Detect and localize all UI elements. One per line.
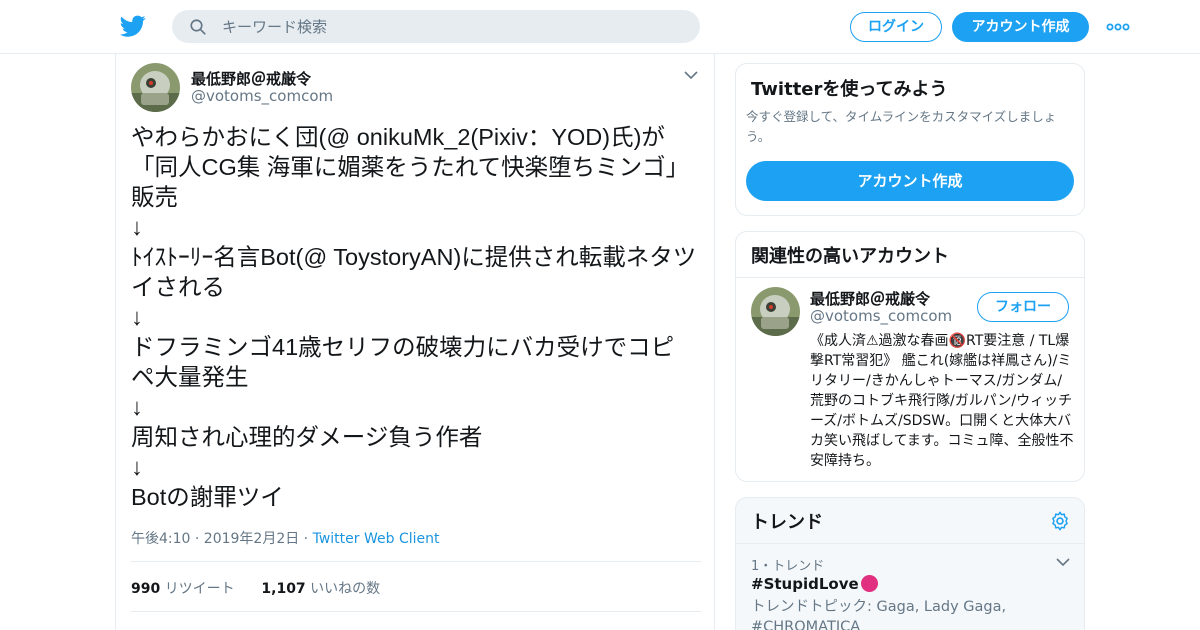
tweet-line: ドフラミンゴ41歳セリフの破壊力にバカ受けでコピ — [131, 334, 675, 360]
tweet-stats: 990 リツイート 1,107 いいねの数 — [131, 578, 380, 598]
tweet-timestamp[interactable]: 午後4:10 · 2019年2月2日 · — [131, 531, 313, 547]
tweet-line: Botの謝罪ツイ — [131, 484, 284, 510]
trends-card: トレンド 1・トレンド #StupidLove トレンドトピック: Gaga, … — [735, 497, 1085, 630]
try-twitter-title: Twitterを使ってみよう — [751, 79, 948, 100]
search-input[interactable] — [222, 10, 682, 43]
chevron-down-icon[interactable] — [684, 70, 698, 80]
tweet-line: ↓ — [131, 214, 143, 240]
tweet-line: イされる — [131, 274, 225, 300]
trends-title: トレンド — [751, 512, 823, 533]
follow-button[interactable]: フォロー — [977, 292, 1069, 322]
trend-rank: 1・トレンド — [751, 559, 825, 574]
search-icon — [190, 19, 206, 35]
more-options-icon[interactable] — [1104, 17, 1132, 37]
author-name[interactable]: 最低野郎＠戒厳令 — [191, 68, 311, 89]
tweet-line: ↓ — [131, 394, 143, 420]
author-handle[interactable]: @votoms_comcom — [191, 87, 333, 105]
create-account-button[interactable]: アカウント作成 — [746, 161, 1074, 201]
login-button[interactable]: ログイン — [850, 12, 942, 42]
tweet-meta: 午後4:10 · 2019年2月2日 · Twitter Web Client — [131, 528, 439, 548]
divider — [131, 611, 701, 612]
related-account-name[interactable]: 最低野郎＠戒厳令 — [810, 288, 930, 309]
tweet-text: やわらかおにく団(@ onikuMk_2(Pixiv：YOD)氏)が 「同人CG… — [131, 122, 701, 512]
retweet-count: 990 — [131, 581, 161, 597]
divider — [736, 277, 1084, 278]
tweet-line: ペ大量発生 — [131, 364, 249, 390]
divider — [736, 543, 1084, 544]
tweet-card: 最低野郎＠戒厳令 @votoms_comcom やわらかおにく団(@ oniku… — [115, 54, 715, 630]
tweet-line: ↓ — [131, 304, 143, 330]
retweet-label: リツイート — [164, 581, 235, 597]
signup-button[interactable]: アカウント作成 — [952, 12, 1089, 42]
author-avatar[interactable] — [131, 63, 180, 112]
tweet-line: ﾄｲｽﾄｰﾘｰ名言Bot(@ ToystoryAN)に提供され転載ネタツ — [131, 244, 697, 270]
related-accounts-title: 関連性の高いアカウント — [751, 246, 949, 267]
chevron-down-icon[interactable] — [1056, 557, 1070, 567]
like-count: 1,107 — [261, 581, 306, 597]
search-bar[interactable] — [172, 10, 700, 43]
retweet-stat[interactable]: 990 リツイート — [131, 581, 235, 597]
tweet-line: 販売 — [131, 184, 178, 210]
divider — [131, 561, 701, 562]
related-account-handle[interactable]: @votoms_comcom — [810, 307, 952, 325]
trend-hashtag-text: #StupidLove — [751, 575, 859, 593]
tweet-line: やわらかおにく団(@ onikuMk_2(Pixiv：YOD)氏)が — [131, 124, 665, 150]
trend-emoji-icon — [860, 575, 878, 592]
gear-icon[interactable] — [1049, 510, 1071, 532]
related-accounts-card: 関連性の高いアカウント 最低野郎＠戒厳令 @votoms_comcom フォロー… — [735, 231, 1085, 482]
top-bar: ログイン アカウント作成 — [0, 0, 1200, 54]
tweet-line: 周知され心理的ダメージ負う作者 — [131, 424, 483, 450]
trend-topic: トレンドトピック: Gaga, Lady Gaga, #CHROMATICA — [751, 599, 1007, 630]
try-twitter-description: 今すぐ登録して、タイムラインをカスタマイズしましょう。 — [746, 109, 1057, 144]
related-account-bio: 《成人済⚠過激な春画🔞RT要注意 / TL爆撃RT常習犯》 艦これ(嫁艦は祥鳳さ… — [810, 333, 1074, 469]
tweet-line: ↓ — [131, 454, 143, 480]
like-label: いいねの数 — [310, 581, 381, 597]
trend-hashtag[interactable]: #StupidLove — [751, 575, 878, 593]
tweet-actions — [131, 624, 701, 630]
related-account-avatar[interactable] — [751, 287, 800, 336]
tweet-client-link[interactable]: Twitter Web Client — [313, 531, 440, 547]
twitter-logo-icon[interactable] — [119, 13, 147, 39]
avatar-image — [751, 287, 800, 336]
try-twitter-card: Twitterを使ってみよう 今すぐ登録して、タイムラインをカスタマイズしましょ… — [735, 63, 1085, 216]
tweet-line: 「同人CG集 海軍に媚薬をうたれて快楽堕ちミンゴ」 — [131, 154, 690, 180]
like-stat[interactable]: 1,107 いいねの数 — [261, 581, 380, 597]
avatar-image — [131, 63, 180, 112]
